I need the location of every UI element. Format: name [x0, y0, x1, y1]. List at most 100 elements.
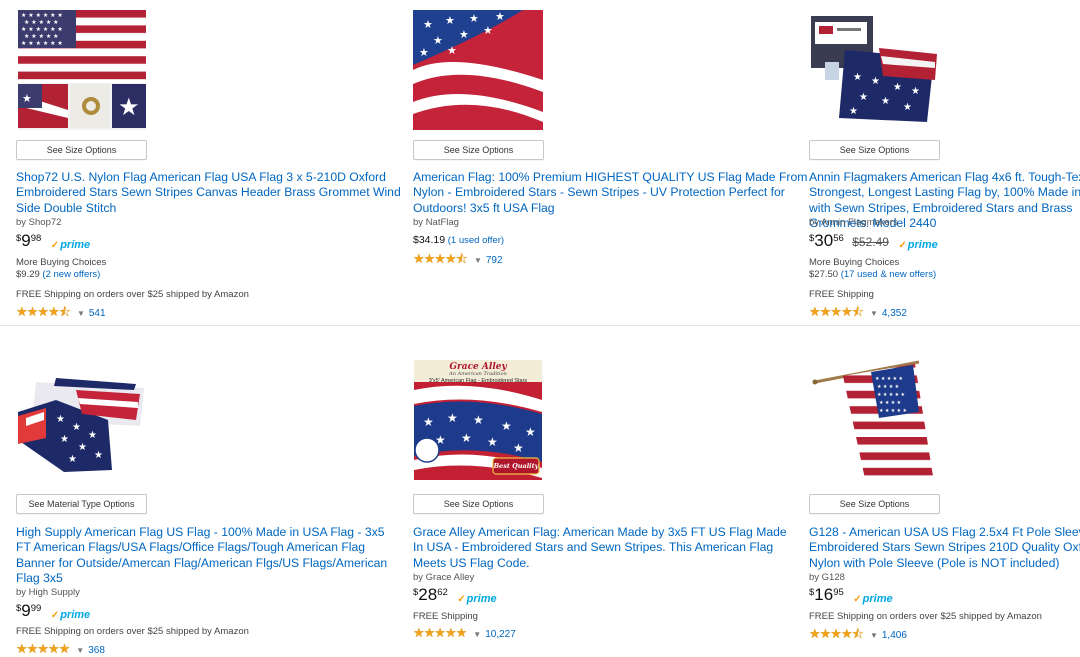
- svg-text:★ ★ ★ ★ ★: ★ ★ ★ ★ ★: [24, 19, 59, 26]
- price-whole: 16: [814, 585, 834, 604]
- see-options-button[interactable]: See Size Options: [413, 140, 544, 160]
- prime-badge: ✓prime: [457, 593, 497, 605]
- svg-text:★: ★: [459, 29, 469, 41]
- chevron-down-icon[interactable]: ▼: [870, 309, 878, 318]
- svg-text:★ ★ ★ ★ ★ ★: ★ ★ ★ ★ ★ ★: [21, 12, 63, 19]
- price-symbol: $: [16, 603, 22, 614]
- svg-text:★: ★: [72, 422, 81, 433]
- prime-badge: ✓prime: [853, 593, 893, 605]
- svg-text:★ ★ ★ ★ ★: ★ ★ ★ ★ ★: [24, 33, 59, 40]
- shipping-info: FREE Shipping: [809, 289, 874, 300]
- review-count-link[interactable]: 792: [486, 255, 503, 266]
- rating[interactable]: ★★★★⯪ ▼ 1,406: [809, 625, 907, 647]
- chevron-down-icon[interactable]: ▼: [77, 309, 85, 318]
- svg-text:★ ★ ★ ★ ★: ★ ★ ★ ★ ★: [879, 408, 907, 414]
- more-buying-label: More Buying Choices: [809, 257, 900, 268]
- product-price: $34.19 (1 used offer): [413, 234, 504, 246]
- chevron-down-icon[interactable]: ▼: [473, 630, 481, 639]
- prime-check-icon: ✓: [457, 594, 466, 605]
- svg-text:★ ★ ★ ★: ★ ★ ★ ★: [879, 400, 902, 406]
- rating[interactable]: ★★★★★ ▼ 368: [16, 641, 105, 657]
- star-rating-icon: ★★★★⯪: [809, 304, 864, 319]
- svg-text:★: ★: [433, 35, 443, 47]
- product-title-link[interactable]: G128 - American USA US Flag 2.5x4 Ft Pol…: [809, 525, 1080, 571]
- product-price: $999 ✓prime: [16, 601, 91, 622]
- see-options-button[interactable]: See Size Options: [413, 494, 544, 514]
- svg-text:★: ★: [893, 82, 902, 93]
- svg-text:★ ★ ★ ★ ★ ★: ★ ★ ★ ★ ★ ★: [21, 26, 63, 33]
- product-image[interactable]: ★ ★ ★ ★ ★ ★ ★ ★ ★ ★ ★ ★ ★ ★ ★ ★ ★ ★ ★ ★ ★ …: [16, 10, 146, 130]
- price-whole: 30: [814, 231, 834, 250]
- svg-text:★: ★: [483, 25, 493, 37]
- product-title-link[interactable]: Shop72 U.S. Nylon Flag American Flag USA…: [16, 170, 411, 216]
- prime-badge: ✓prime: [50, 239, 91, 251]
- price-symbol: $: [809, 233, 815, 244]
- see-options-button[interactable]: See Size Options: [16, 140, 147, 160]
- brand-tagline: An American Tradition: [449, 371, 507, 377]
- rating[interactable]: ★★★★⯪ ▼ 792: [413, 250, 503, 272]
- product-brand: by G128: [809, 572, 845, 583]
- used-offer-link[interactable]: (1 used offer): [448, 235, 504, 246]
- row-divider: [0, 325, 1080, 326]
- product-brand: by Shop72: [16, 217, 62, 228]
- prime-check-icon: ✓: [50, 240, 60, 251]
- product-price: $3056 $52.49 ✓prime: [809, 231, 938, 252]
- product-brand: by Grace Alley: [413, 572, 475, 583]
- star-rating-icon: ★★★★⯪: [809, 626, 864, 641]
- product-price: $2862 ✓prime: [413, 585, 497, 606]
- price-fraction: 99: [30, 603, 42, 614]
- svg-text:★: ★: [60, 434, 69, 445]
- offers-link[interactable]: (17 used & new offers): [841, 269, 936, 280]
- product-title-link[interactable]: Grace Alley American Flag: American Made…: [413, 525, 793, 571]
- product-image[interactable]: ★ ★ ★ ★ ★ ★ ★: [16, 360, 146, 480]
- shipping-info: FREE Shipping on orders over $25 shipped…: [809, 611, 1042, 622]
- svg-text:★: ★: [881, 96, 890, 107]
- svg-text:★: ★: [68, 454, 77, 465]
- product-title-link[interactable]: American Flag: 100% Premium HIGHEST QUAL…: [413, 170, 808, 216]
- offers-link[interactable]: (2 new offers): [42, 269, 100, 280]
- review-count-link[interactable]: 10,227: [485, 629, 516, 640]
- svg-text:★: ★: [447, 45, 457, 57]
- review-count-link[interactable]: 4,352: [882, 308, 907, 319]
- chevron-down-icon[interactable]: ▼: [870, 631, 878, 640]
- product-brand: by Annin Flagmakers: [809, 217, 898, 228]
- product-image[interactable]: ★ ★ ★ ★ ★ ★ ★ ★ ★ Grace Alley An American Tradi…: [413, 360, 543, 480]
- image-caption: 3'x5' American Flag - Embroidered Stars: [428, 378, 528, 384]
- price-fraction: 62: [437, 587, 448, 598]
- product-brand: by High Supply: [16, 587, 80, 598]
- svg-text:★: ★: [849, 106, 858, 117]
- svg-text:★: ★: [871, 76, 880, 87]
- price-fraction: 56: [833, 233, 844, 244]
- svg-text:★ ★ ★ ★ ★: ★ ★ ★ ★ ★: [877, 392, 905, 398]
- product-image[interactable]: ★ ★ ★ ★ ★ ★ ★ ★: [809, 10, 939, 130]
- svg-text:★: ★: [495, 11, 505, 23]
- rating[interactable]: ★★★★⯪ ▼ 541: [16, 303, 106, 325]
- rating[interactable]: ★★★★★ ▼ 10,227: [413, 625, 516, 641]
- see-options-button[interactable]: See Size Options: [809, 140, 940, 160]
- list-price: $52.49: [852, 235, 889, 249]
- svg-text:★: ★: [22, 93, 32, 105]
- shipping-info: FREE Shipping: [413, 611, 478, 622]
- review-count-link[interactable]: 1,406: [882, 630, 907, 641]
- review-count-link[interactable]: 541: [89, 308, 106, 319]
- prime-badge: ✓prime: [50, 609, 91, 621]
- prime-check-icon: ✓: [853, 594, 862, 605]
- chevron-down-icon[interactable]: ▼: [474, 256, 482, 265]
- product-image[interactable]: ★ ★ ★ ★ ★ ★ ★ ★ ★ ★ ★ ★ ★ ★ ★ ★ ★ ★ ★ ★ ★ …: [809, 360, 939, 480]
- product-title-link[interactable]: High Supply American Flag US Flag - 100%…: [16, 525, 401, 587]
- svg-text:★: ★: [525, 425, 536, 439]
- more-buying-label: More Buying Choices: [16, 257, 107, 268]
- svg-text:★: ★: [501, 419, 512, 433]
- product-image[interactable]: ★ ★ ★ ★ ★ ★ ★ ★ ★: [413, 10, 543, 130]
- svg-text:★ ★ ★ ★ ★ ★: ★ ★ ★ ★ ★ ★: [21, 40, 63, 47]
- price-whole: 28: [418, 585, 438, 604]
- quality-badge: Best Quality: [493, 462, 539, 470]
- price-whole: 9: [21, 601, 31, 620]
- svg-text:★: ★: [423, 19, 433, 31]
- rating[interactable]: ★★★★⯪ ▼ 4,352: [809, 303, 907, 325]
- prime-check-icon: ✓: [898, 240, 907, 251]
- svg-text:★: ★: [487, 435, 498, 449]
- see-options-button[interactable]: See Material Type Options: [16, 494, 147, 514]
- see-options-button[interactable]: See Size Options: [809, 494, 940, 514]
- svg-text:★: ★: [859, 92, 868, 103]
